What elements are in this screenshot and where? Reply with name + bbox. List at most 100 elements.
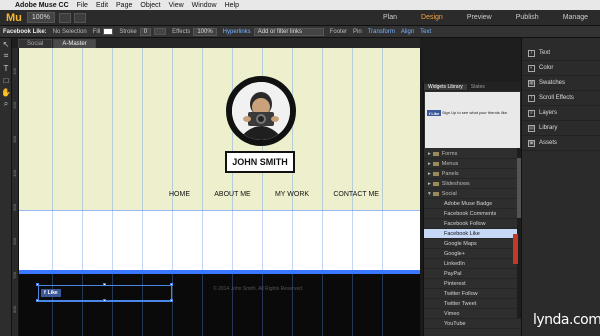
menu-bar: Adobe Muse CC File Edit Page Object View… — [0, 0, 600, 10]
widget-item[interactable]: Vimeo — [424, 309, 521, 319]
menu-object[interactable]: Object — [136, 2, 164, 9]
widget-item[interactable]: PayPal — [424, 269, 521, 279]
nav-home[interactable]: HOME — [169, 191, 190, 198]
link-input[interactable]: Add or filter links — [253, 27, 324, 36]
category-label: Forms — [441, 150, 458, 157]
menu-help[interactable]: Help — [221, 2, 243, 9]
name-title[interactable]: JOHN SMITH — [225, 151, 295, 173]
category-panels[interactable]: ▸ Panels — [424, 169, 521, 179]
widget-item[interactable]: Twitter Follow — [424, 289, 521, 299]
widget-item[interactable]: Pinterest — [424, 279, 521, 289]
widget-item[interactable]: Adobe Muse Badge — [424, 199, 521, 209]
resize-handle[interactable] — [103, 283, 106, 286]
widget-item[interactable]: Google+ — [424, 249, 521, 259]
panel-assets[interactable]: ▣ Assets — [522, 136, 600, 151]
rectangle-tool-icon[interactable]: □ — [0, 74, 12, 86]
nav-my-work[interactable]: MY WORK — [275, 191, 309, 198]
mode-design[interactable]: Design — [409, 14, 455, 21]
mode-switcher: Plan Design Preview Publish Manage — [371, 14, 600, 21]
fill-swatch[interactable] — [103, 28, 114, 35]
menu-view[interactable]: View — [165, 2, 188, 9]
mode-publish[interactable]: Publish — [504, 14, 551, 21]
document-tabs: Social A-Master — [18, 38, 420, 48]
stroke-label[interactable]: Stroke — [116, 29, 139, 35]
pin-label[interactable]: Pin — [350, 29, 365, 35]
nav-contact-me[interactable]: CONTACT ME — [333, 191, 379, 198]
fill-label[interactable]: Fill — [90, 29, 104, 35]
preview-like-label: Like — [431, 110, 440, 116]
resize-handle[interactable] — [36, 283, 39, 286]
category-social[interactable]: ▾ Social — [424, 189, 521, 199]
panel-label: Layers — [539, 110, 558, 116]
view-mode-icon[interactable] — [58, 12, 71, 23]
widget-item[interactable]: LinkedIn — [424, 259, 521, 269]
panel-text[interactable]: T Text — [522, 46, 600, 61]
ruler-label: 600 — [12, 238, 17, 245]
opacity-field[interactable]: 100% — [193, 27, 217, 36]
corner-radius-field[interactable] — [154, 28, 167, 35]
menu-file[interactable]: File — [73, 2, 92, 9]
effects-label[interactable]: Effects — [169, 29, 193, 35]
mode-preview[interactable]: Preview — [455, 14, 504, 21]
hand-tool-icon[interactable]: ✋ — [0, 86, 12, 98]
crop-tool-icon[interactable]: ⌗ — [0, 50, 12, 62]
resize-handle[interactable] — [170, 283, 173, 286]
facebook-icon: f — [44, 290, 46, 296]
selection-label: No Selection — [52, 28, 87, 35]
panel-label: Text — [539, 50, 551, 56]
zoom-tool-icon[interactable]: ⌕ — [0, 98, 12, 110]
facebook-like-widget-frame — [38, 301, 172, 304]
ruler-label: 400 — [12, 170, 17, 177]
mode-manage[interactable]: Manage — [551, 14, 600, 21]
tab-social[interactable]: Social — [18, 39, 53, 48]
zoom-select[interactable]: 100% — [26, 12, 55, 23]
mode-plan[interactable]: Plan — [371, 14, 409, 21]
tab-widgets-library[interactable]: Widgets Library — [424, 83, 467, 90]
menu-edit[interactable]: Edit — [92, 2, 112, 9]
widget-item[interactable]: Facebook Comments — [424, 209, 521, 219]
footer-copyright[interactable]: © 2014 John Smith. All Rights Reserved. — [213, 286, 303, 292]
widgets-panel-tabs: Widgets Library States — [424, 82, 521, 91]
widget-item[interactable]: YouTube — [424, 319, 521, 329]
facebook-like-button[interactable]: f Like — [41, 289, 61, 297]
folder-icon — [432, 181, 439, 186]
widget-item[interactable]: Twitter Tweet — [424, 299, 521, 309]
header-guide-line — [19, 210, 420, 211]
panel-indicator — [513, 234, 518, 264]
panel-label: Assets — [539, 140, 558, 146]
category-forms[interactable]: ▸ Forms — [424, 149, 521, 159]
panel-color[interactable]: ◐ Color — [522, 61, 600, 76]
design-canvas[interactable]: JOHN SMITH HOME ABOUT ME MY WORK CONTACT… — [19, 48, 420, 336]
folder-icon — [432, 151, 439, 156]
menu-page[interactable]: Page — [112, 2, 136, 9]
category-menus[interactable]: ▸ Menus — [424, 159, 521, 169]
category-slideshows[interactable]: ▸ Slideshows — [424, 179, 521, 189]
text-link[interactable]: Text — [417, 29, 434, 35]
selection-tool-icon[interactable]: ↖ — [0, 38, 12, 50]
folder-icon — [432, 191, 439, 196]
menu-window[interactable]: Window — [188, 2, 221, 9]
tools-panel: ↖ ⌗ T □ ✋ ⌕ — [0, 38, 12, 336]
person-with-camera-icon — [232, 82, 290, 140]
screen-mode-icon[interactable] — [73, 12, 86, 23]
transform-link[interactable]: Transform — [365, 29, 398, 35]
text-tool-icon[interactable]: T — [0, 62, 12, 74]
hyperlinks-label[interactable]: Hyperlinks — [220, 29, 254, 35]
panel-swatches[interactable]: ▦ Swatches — [522, 76, 600, 91]
stroke-weight-field[interactable]: 0 — [139, 27, 152, 36]
nav-about-me[interactable]: ABOUT ME — [214, 191, 250, 198]
widget-item-selected[interactable]: Facebook Like — [424, 229, 521, 239]
panel-scroll-effects[interactable]: f Scroll Effects — [522, 91, 600, 106]
align-link[interactable]: Align — [398, 29, 417, 35]
footer-checkbox-label[interactable]: Footer — [327, 29, 350, 35]
tab-a-master[interactable]: A-Master — [53, 39, 96, 48]
panel-layers[interactable]: ≡ Layers — [522, 106, 600, 121]
profile-photo[interactable] — [226, 76, 296, 146]
panel-library[interactable]: ▤ Library — [522, 121, 600, 136]
category-label: Social — [441, 190, 457, 197]
tab-states[interactable]: States — [467, 84, 489, 90]
widget-item[interactable]: Facebook Follow — [424, 219, 521, 229]
menu-app-name[interactable]: Adobe Muse CC — [11, 2, 73, 9]
page-body-background — [19, 210, 420, 274]
widget-item[interactable]: Google Maps — [424, 239, 521, 249]
